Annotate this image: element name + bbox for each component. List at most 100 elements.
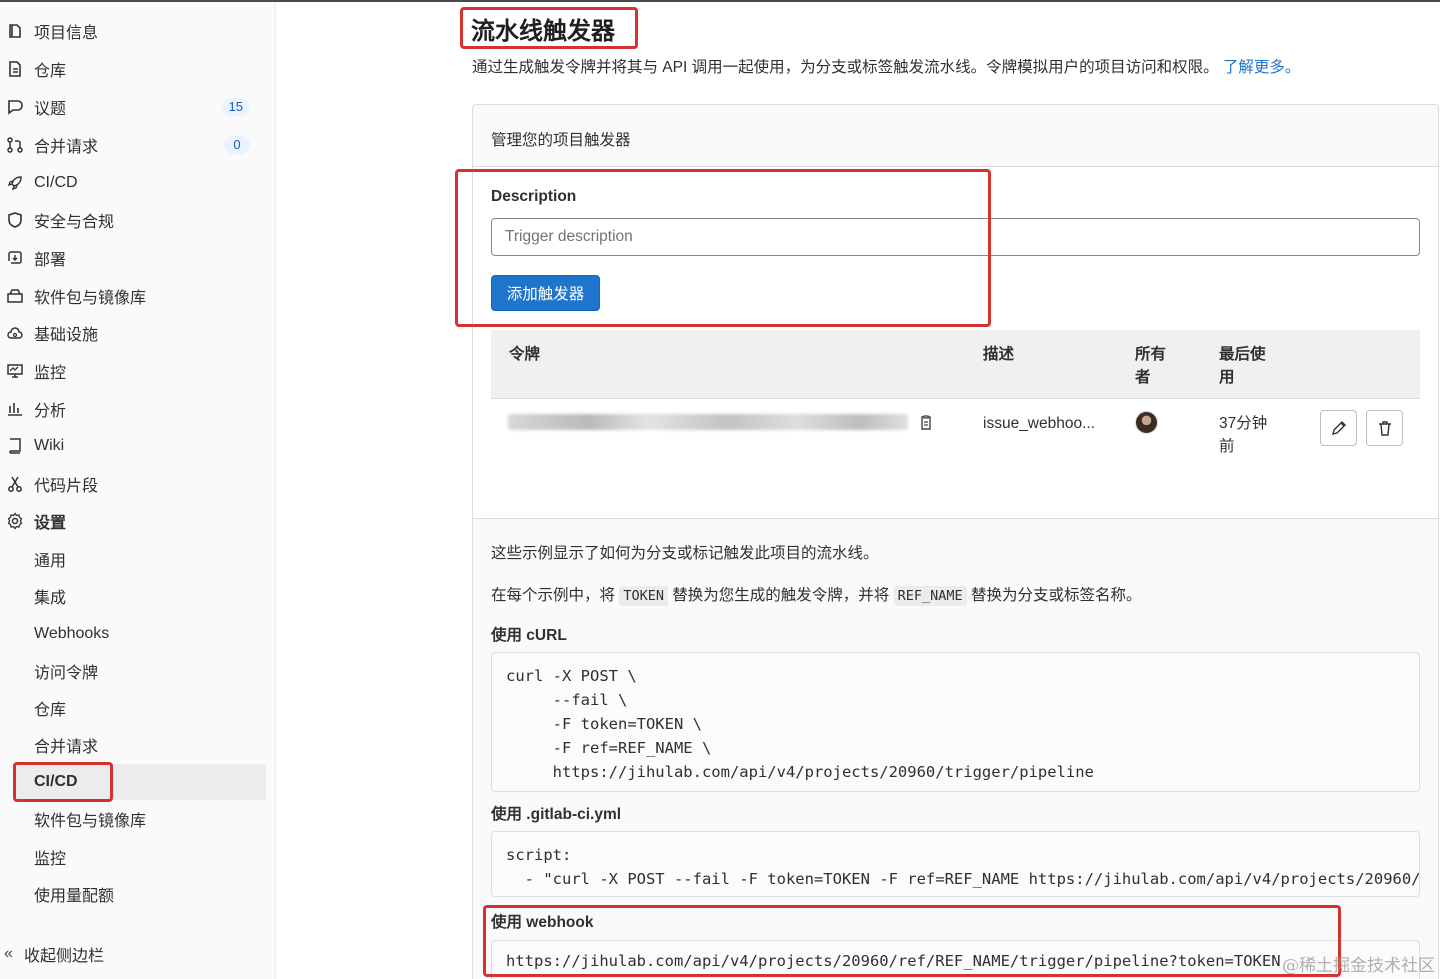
edit-trigger-button[interactable] — [1320, 410, 1357, 446]
trash-icon — [1378, 421, 1391, 436]
sidebar-item-label: 监控 — [34, 365, 67, 382]
sidebar-item-packages[interactable]: 软件包与镜像库 — [0, 278, 266, 314]
page-intro-text: 通过生成触发令牌并将其与 API 调用一起使用，为分支或标签触发流水线。令牌模拟… — [472, 59, 1219, 76]
double-chevron-left-icon: « — [4, 945, 13, 962]
book-icon — [6, 437, 24, 455]
add-trigger-button[interactable]: 添加触发器 — [491, 275, 600, 311]
sidebar-item-label: 分析 — [34, 403, 67, 420]
examples-replace-hint: 在每个示例中，将 TOKEN 替换为您生成的触发令牌，并将 REF_NAME 替… — [491, 583, 1141, 606]
sidebar-subitem-label: 软件包与镜像库 — [34, 813, 147, 830]
sidebar-subitem-label: 通用 — [34, 553, 67, 570]
shield-icon — [6, 211, 24, 229]
sidebar-item-label: 设置 — [34, 515, 67, 532]
deployments-icon — [6, 249, 24, 267]
sidebar-item-deployments[interactable]: 部署 — [0, 240, 266, 276]
sidebar-subitem-label: 集成 — [34, 590, 67, 607]
curl-example-code[interactable]: curl -X POST \ --fail \ -F token=TOKEN \… — [491, 652, 1420, 792]
info-icon — [6, 22, 24, 40]
sidebar-subitem-label: CI/CD — [34, 773, 78, 790]
owner-avatar[interactable] — [1135, 411, 1158, 434]
sidebar: 项目信息 仓库 议题 15 合并请求 0 CI/CD 安全与合规 部署 软件包与… — [0, 2, 276, 979]
yml-example-code[interactable]: script: - "curl -X POST --fail -F token=… — [491, 831, 1420, 897]
settings-sub-packages[interactable]: 软件包与镜像库 — [0, 801, 266, 837]
sidebar-item-settings[interactable]: 设置 — [0, 503, 266, 539]
sidebar-item-label: 议题 — [34, 101, 67, 118]
th-owner: 所有 者 — [1135, 343, 1166, 389]
collapse-sidebar-button[interactable]: « 收起侧边栏 — [0, 936, 266, 972]
th-owner-line: 者 — [1135, 369, 1151, 386]
settings-sub-merge-requests[interactable]: 合并请求 — [0, 727, 266, 763]
sidebar-item-label: 部署 — [34, 252, 67, 269]
sidebar-item-cicd[interactable]: CI/CD — [0, 165, 266, 201]
sidebar-item-label: CI/CD — [34, 174, 78, 191]
cloud-icon — [6, 324, 24, 342]
examples-intro: 这些示例显示了如何为分支或标记触发此项目的流水线。 — [491, 545, 879, 562]
triggers-table-header — [491, 330, 1420, 399]
ref-name-code: REF_NAME — [893, 586, 967, 606]
snippet-icon — [6, 475, 24, 493]
settings-sub-webhooks[interactable]: Webhooks — [0, 616, 266, 652]
copy-token-icon[interactable] — [917, 414, 935, 432]
sidebar-item-label: Wiki — [34, 437, 65, 454]
chart-icon — [6, 400, 24, 418]
settings-sub-general[interactable]: 通用 — [0, 541, 266, 577]
sidebar-subitem-label: 监控 — [34, 851, 67, 868]
trigger-description-cell: issue_webhoo... — [983, 415, 1096, 432]
settings-sub-repository[interactable]: 仓库 — [0, 690, 266, 726]
delete-trigger-button[interactable] — [1366, 410, 1403, 446]
webhook-example-code[interactable]: https://jihulab.com/api/v4/projects/2096… — [491, 940, 1420, 979]
th-token: 令牌 — [509, 346, 541, 363]
sidebar-subitem-label: 访问令牌 — [34, 665, 99, 682]
sidebar-item-security[interactable]: 安全与合规 — [0, 202, 266, 238]
settings-sub-usage-quotas[interactable]: 使用量配额 — [0, 876, 266, 912]
sidebar-item-project-info[interactable]: 项目信息 — [0, 13, 266, 49]
th-last-used-line: 用 — [1219, 369, 1235, 386]
settings-sub-cicd[interactable]: CI/CD — [14, 764, 266, 800]
sidebar-item-label: 合并请求 — [34, 139, 99, 156]
sidebar-item-wiki[interactable]: Wiki — [0, 428, 266, 464]
settings-sub-monitor[interactable]: 监控 — [0, 839, 266, 875]
trigger-last-used-cell: 37分钟 前 — [1219, 412, 1267, 458]
sidebar-item-repository[interactable]: 仓库 — [0, 51, 266, 87]
merge-request-icon — [6, 136, 24, 154]
last-used-line: 37分钟 — [1219, 415, 1268, 432]
pencil-icon — [1331, 421, 1346, 435]
sidebar-item-merge-requests[interactable]: 合并请求 0 — [0, 127, 266, 163]
trigger-token-redacted — [508, 414, 908, 430]
merge-requests-count-badge: 0 — [224, 136, 250, 154]
rocket-icon — [6, 174, 24, 192]
repository-icon — [6, 60, 24, 78]
sidebar-item-label: 安全与合规 — [34, 214, 115, 231]
page-intro: 通过生成触发令牌并将其与 API 调用一起使用，为分支或标签触发流水线。令牌模拟… — [472, 55, 1300, 77]
last-used-line: 前 — [1219, 438, 1235, 455]
learn-more-link[interactable]: 了解更多。 — [1223, 59, 1301, 76]
th-description: 描述 — [983, 346, 1015, 363]
sidebar-item-label: 项目信息 — [34, 25, 99, 42]
panel-header-title: 管理您的项目触发器 — [491, 132, 631, 149]
sidebar-item-infrastructure[interactable]: 基础设施 — [0, 315, 266, 351]
package-icon — [6, 287, 24, 305]
sidebar-item-monitor[interactable]: 监控 — [0, 353, 266, 389]
settings-sub-integrations[interactable]: 集成 — [0, 578, 266, 614]
sidebar-item-snippets[interactable]: 代码片段 — [0, 466, 266, 502]
sidebar-subitem-label: 仓库 — [34, 702, 67, 719]
th-owner-line: 所有 — [1135, 346, 1167, 363]
sidebar-item-label: 仓库 — [34, 63, 67, 80]
replace-middle: 替换为您生成的触发令牌，并将 — [672, 587, 890, 604]
replace-prefix: 在每个示例中，将 — [491, 587, 616, 604]
description-label: Description — [491, 188, 577, 205]
sidebar-subitem-label: Webhooks — [34, 625, 110, 642]
sidebar-item-analytics[interactable]: 分析 — [0, 391, 266, 427]
th-last-used: 最后使 用 — [1219, 343, 1266, 389]
webhook-example-title: 使用 webhook — [491, 914, 594, 931]
issues-icon — [6, 98, 24, 116]
token-code: TOKEN — [619, 586, 668, 606]
sidebar-item-label: 软件包与镜像库 — [34, 290, 147, 307]
collapse-sidebar-label: 收起侧边栏 — [24, 948, 105, 965]
page-title: 流水线触发器 — [471, 18, 615, 45]
sidebar-item-issues[interactable]: 议题 15 — [0, 89, 266, 125]
curl-example-title: 使用 cURL — [491, 627, 567, 644]
gear-icon — [6, 512, 24, 530]
trigger-description-input[interactable] — [491, 218, 1420, 256]
settings-sub-access-tokens[interactable]: 访问令牌 — [0, 653, 266, 689]
